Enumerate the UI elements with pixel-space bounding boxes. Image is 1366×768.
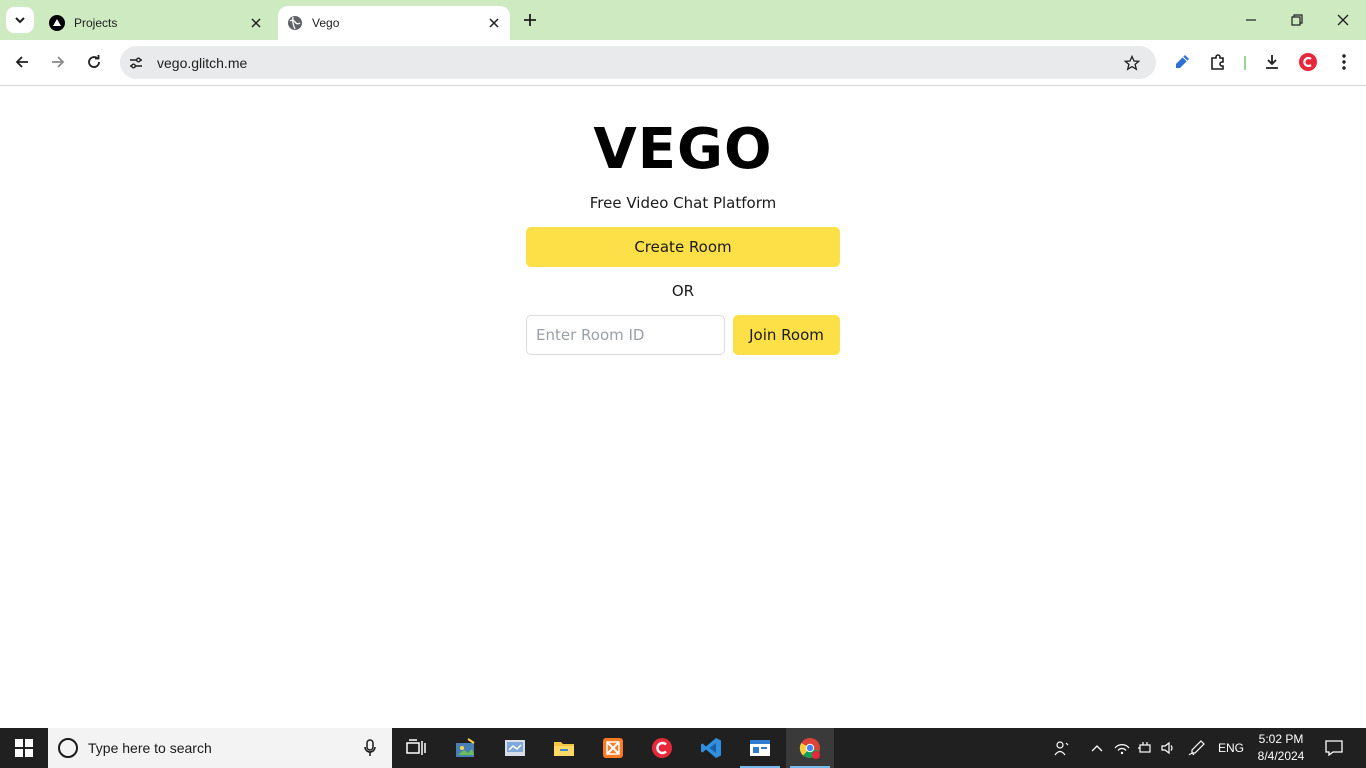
- folder-icon: [554, 742, 574, 756]
- new-tab-button[interactable]: [518, 8, 542, 32]
- snipping-tool-icon: [505, 740, 525, 756]
- restore-icon: [1291, 14, 1303, 26]
- clock-date: 8/4/2024: [1257, 749, 1305, 763]
- pen-ink-icon[interactable]: [1184, 728, 1210, 768]
- plus-icon: [524, 14, 536, 26]
- close-icon[interactable]: [484, 13, 504, 33]
- network-plug-icon[interactable]: [1134, 728, 1156, 768]
- clock[interactable]: 5:02 PM 8/4/2024: [1252, 731, 1310, 765]
- brand-title: VEGO: [593, 117, 773, 182]
- taskbar-search-placeholder: Type here to search: [88, 740, 212, 756]
- windows-taskbar: Type here to search ENG 5:02 PM 8/4/2024: [0, 728, 1366, 768]
- task-view-button[interactable]: [392, 728, 440, 768]
- create-room-button[interactable]: Create Room: [526, 227, 840, 267]
- tab-vego[interactable]: Vego: [278, 6, 510, 40]
- minimize-button[interactable]: [1228, 0, 1274, 40]
- extensions-puzzle-icon[interactable]: [1206, 50, 1230, 74]
- task-view-icon: [406, 739, 426, 755]
- tab-title: Projects: [74, 16, 118, 30]
- download-icon[interactable]: [1260, 50, 1284, 74]
- globe-icon: [287, 15, 303, 31]
- close-window-button[interactable]: [1320, 0, 1366, 40]
- windows-logo-icon: [15, 739, 33, 757]
- arrow-right-icon: [52, 56, 65, 68]
- forward-button[interactable]: [43, 47, 73, 77]
- clock-time: 5:02 PM: [1258, 732, 1304, 746]
- taskbar-app-snipping[interactable]: [491, 728, 539, 768]
- tab-title: Vego: [312, 16, 340, 30]
- highlighter-extension-icon[interactable]: [1170, 50, 1194, 74]
- show-hidden-icons-chevron-icon[interactable]: [1086, 728, 1108, 768]
- people-icon[interactable]: [1048, 728, 1076, 768]
- tab-projects[interactable]: Projects: [40, 6, 272, 40]
- taskbar-search-box[interactable]: Type here to search: [48, 728, 392, 768]
- browser-tab-strip: Projects Vego: [0, 0, 1366, 40]
- vscode-icon: [701, 738, 721, 758]
- wifi-icon[interactable]: [1112, 728, 1132, 768]
- site-settings-icon[interactable]: [125, 52, 147, 74]
- browser-toolbar: vego.glitch.me: [0, 40, 1366, 86]
- url-text[interactable]: vego.glitch.me: [157, 55, 1120, 71]
- join-room-button[interactable]: Join Room: [733, 315, 840, 355]
- tab-search-button[interactable]: [6, 7, 34, 33]
- cortana-circle-icon: [58, 738, 78, 758]
- taskbar-app-vscode[interactable]: [687, 728, 735, 768]
- app-window-icon: [750, 740, 770, 756]
- minimize-icon: [1246, 19, 1256, 21]
- back-button[interactable]: [7, 47, 37, 77]
- taskbar-app-chrome[interactable]: [786, 728, 834, 768]
- red-c-app-icon: [652, 738, 672, 758]
- vercel-triangle-icon: [49, 15, 65, 31]
- restore-button[interactable]: [1274, 0, 1320, 40]
- tagline: Free Video Chat Platform: [589, 194, 777, 212]
- chevron-down-icon: [15, 17, 25, 24]
- reload-button[interactable]: [79, 47, 109, 77]
- xampp-icon: [603, 738, 623, 758]
- bookmark-star-icon[interactable]: [1120, 51, 1144, 75]
- arrow-left-icon: [15, 56, 28, 68]
- page-content: VEGO Free Video Chat Platform Create Roo…: [0, 87, 1366, 728]
- close-icon: [1337, 14, 1349, 26]
- taskbar-app-red-c[interactable]: [638, 728, 686, 768]
- toolbar-divider: [1244, 56, 1246, 70]
- chrome-icon: [799, 738, 820, 759]
- notification-center-icon[interactable]: [1320, 728, 1348, 768]
- room-id-input[interactable]: [526, 315, 725, 355]
- start-button[interactable]: [0, 728, 48, 768]
- taskbar-app-window[interactable]: [736, 728, 784, 768]
- microphone-icon[interactable]: [360, 738, 380, 758]
- taskbar-app-xampp[interactable]: [589, 728, 637, 768]
- close-icon[interactable]: [246, 13, 266, 33]
- taskbar-app-file-explorer[interactable]: [540, 728, 588, 768]
- address-bar[interactable]: vego.glitch.me: [120, 46, 1156, 79]
- taskbar-app-photos[interactable]: [442, 728, 490, 768]
- profile-avatar-icon[interactable]: [1296, 50, 1320, 74]
- more-options-icon[interactable]: [1332, 50, 1356, 74]
- or-divider-text: OR: [671, 282, 695, 300]
- language-indicator[interactable]: ENG: [1214, 728, 1248, 768]
- reload-icon: [88, 55, 100, 68]
- photos-app-icon: [456, 738, 475, 757]
- volume-icon[interactable]: [1158, 728, 1178, 768]
